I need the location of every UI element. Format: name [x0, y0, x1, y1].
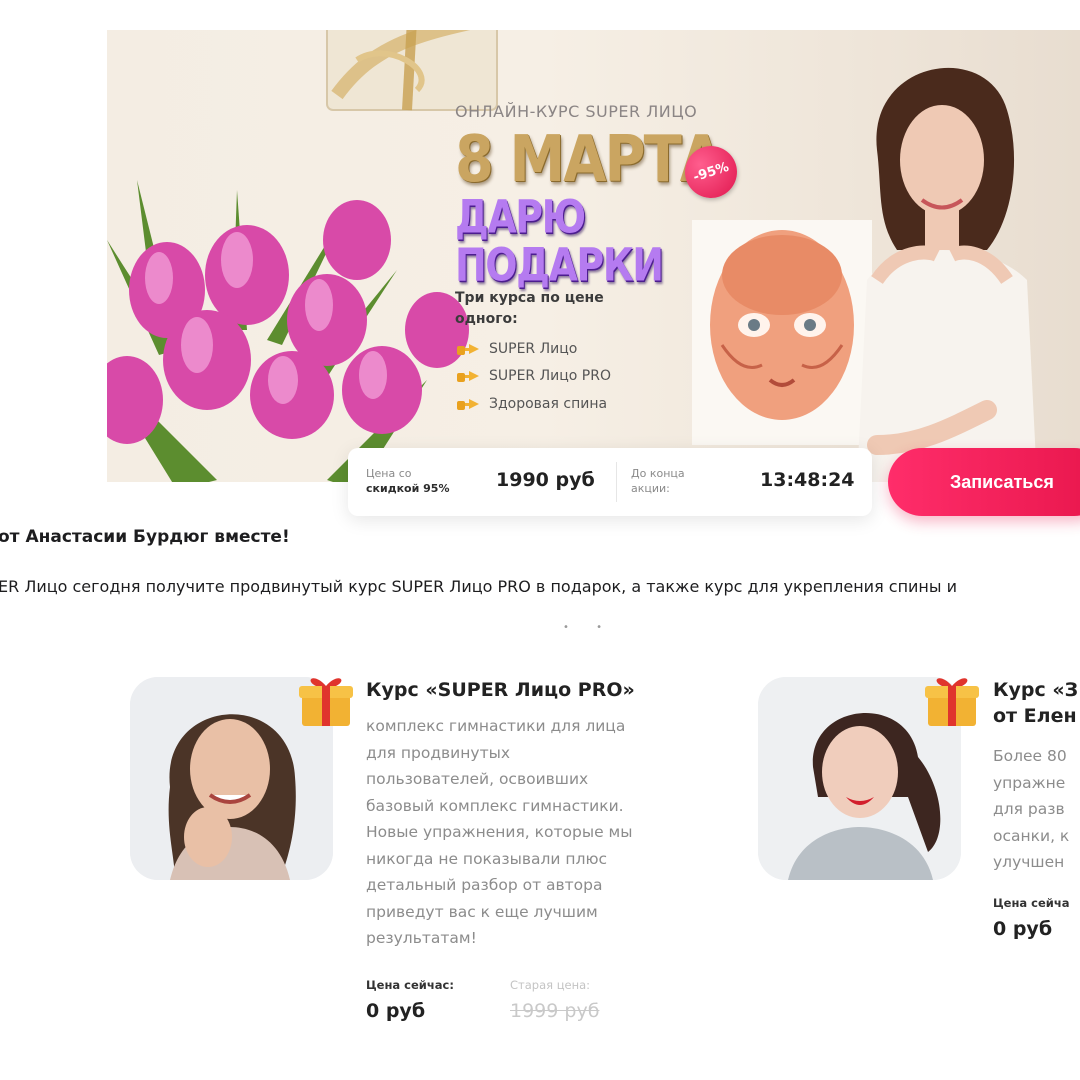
course-title: Курс «З от Елен — [993, 679, 1079, 727]
timer-label: До конца акции: — [631, 467, 685, 495]
pointing-hand-icon — [457, 398, 479, 410]
pointing-hand-icon — [457, 343, 479, 355]
gift-icon — [299, 678, 353, 726]
tulips-image — [107, 180, 469, 482]
offer-item-label: SUPER Лицо — [489, 340, 578, 357]
old-price-label: Старая цена: — [510, 978, 591, 992]
old-price: 1999 руб — [510, 1000, 600, 1022]
divider — [616, 462, 617, 502]
offer-list: SUPER Лицо SUPER Лицо PRO Здоровая спина — [455, 335, 611, 418]
gift-icon — [925, 678, 979, 726]
carousel-dots[interactable]: • • — [563, 622, 614, 633]
price-label: Цена со скидкой 95% — [366, 467, 450, 495]
offer-title: Три курса по цене одного: — [455, 290, 604, 327]
current-price-label: Цена сейчас: — [366, 978, 454, 992]
intro-heading: от Анастасии Бурдюг вместе! — [0, 527, 290, 547]
course-description: Более 80 упражне для разв осанки, к улуч… — [993, 747, 1070, 871]
offer-item: SUPER Лицо PRO — [455, 363, 611, 391]
course-description: комплекс гимнастики для лица для продвин… — [366, 717, 633, 947]
promo-banner: ОНЛАЙН-КУРС SUPER ЛИЦО 8 МАРТА ДАРЮ ПОДА… — [107, 30, 1080, 482]
course-kicker: ОНЛАЙН-КУРС SUPER ЛИЦО — [455, 102, 698, 121]
current-price-label: Цена сейча — [993, 896, 1070, 910]
offer-item: SUPER Лицо — [455, 335, 611, 363]
intro-text: ER Лицо сегодня получите продвинутый кур… — [0, 577, 958, 596]
signup-button[interactable]: Записаться — [888, 448, 1080, 516]
current-price: 0 руб — [993, 918, 1053, 940]
offer-item: Здоровая спина — [455, 390, 611, 418]
pointing-hand-icon — [457, 371, 479, 383]
discount-price: 1990 руб — [496, 469, 595, 491]
presenter-photo — [857, 67, 1037, 482]
countdown-timer: 13:48:24 — [760, 469, 855, 491]
price-panel: Цена со скидкой 95% 1990 руб До конца ак… — [348, 448, 872, 516]
course-title: Курс «SUPER Лицо PRO» — [366, 679, 635, 701]
headline-gifts: ДАРЮ ПОДАРКИ — [455, 190, 664, 292]
offer-item-label: Здоровая спина — [489, 395, 608, 412]
offer-item-label: SUPER Лицо PRO — [489, 368, 611, 385]
current-price: 0 руб — [366, 1000, 426, 1022]
